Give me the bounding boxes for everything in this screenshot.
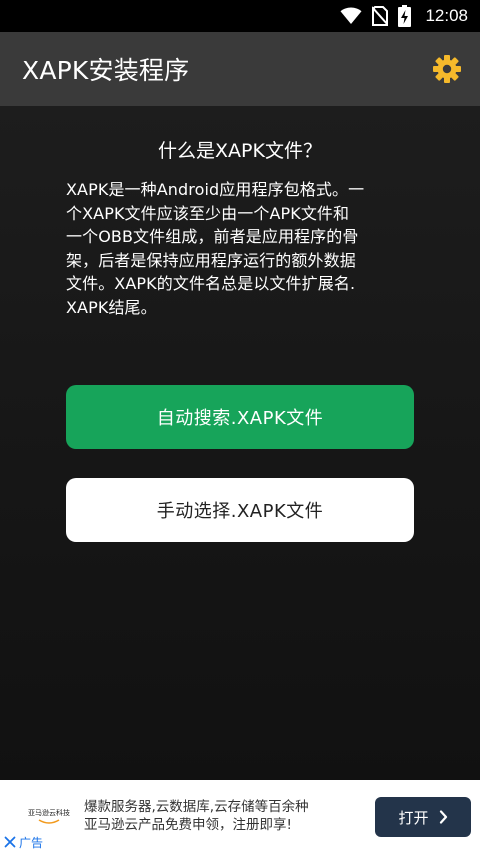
status-time: 12:08: [425, 6, 468, 25]
ad-text: 爆款服务器,云数据库,云存储等百余种 亚马逊云产品免费申领，注册即享!: [84, 799, 364, 834]
gear-icon[interactable]: [432, 54, 462, 84]
ad-logo-text: 亚马逊云科技: [28, 808, 70, 817]
description-line: 一个OBB文件组成，前者是应用程序的骨: [66, 227, 359, 246]
wifi-icon: [340, 7, 362, 25]
status-bar: 12:08: [0, 0, 480, 32]
ad-banner[interactable]: 亚马逊云科技 爆款服务器,云数据库,云存储等百余种 亚马逊云产品免费申领，注册即…: [0, 780, 480, 853]
battery-charging-icon: [398, 5, 412, 27]
close-icon[interactable]: [4, 836, 16, 848]
description-text: XAPK是一种Android应用程序包格式。一 个XAPK文件应该至少由一个AP…: [66, 178, 416, 319]
ad-open-label: 打开: [398, 808, 429, 827]
app-bar: XAPK安装程序: [0, 32, 480, 106]
description-line: XAPK结尾。: [66, 297, 157, 317]
smile-icon: [38, 818, 60, 824]
ad-logo: 亚马逊云科技: [22, 804, 76, 828]
no-sim-icon: [372, 6, 389, 26]
description-line: 文件。XAPK的文件名总是以文件扩展名.: [66, 274, 356, 293]
main-content: 什么是XAPK文件？ XAPK是一种Android应用程序包格式。一 个XAPK…: [0, 106, 480, 780]
ad-line: 亚马逊云产品免费申领，注册即享!: [84, 816, 292, 833]
app-title: XAPK安装程序: [22, 56, 190, 85]
ad-line: 爆款服务器,云数据库,云存储等百余种: [84, 799, 309, 815]
description-line: 架，后者是保持应用程序运行的额外数据: [66, 250, 356, 270]
ad-open-button[interactable]: 打开: [375, 797, 471, 837]
manual-select-button[interactable]: 手动选择.XAPK文件: [66, 478, 414, 542]
auto-search-button[interactable]: 自动搜索.XAPK文件: [66, 385, 414, 449]
chevron-right-icon: [439, 810, 447, 824]
ad-close[interactable]: 广告: [4, 833, 43, 851]
description-line: XAPK是一种Android应用程序包格式。一: [66, 180, 365, 199]
ad-label: 广告: [19, 835, 44, 850]
question-heading: 什么是XAPK文件？: [158, 140, 322, 162]
description-line: 个XAPK文件应该至少由一个APK文件和: [66, 203, 350, 223]
